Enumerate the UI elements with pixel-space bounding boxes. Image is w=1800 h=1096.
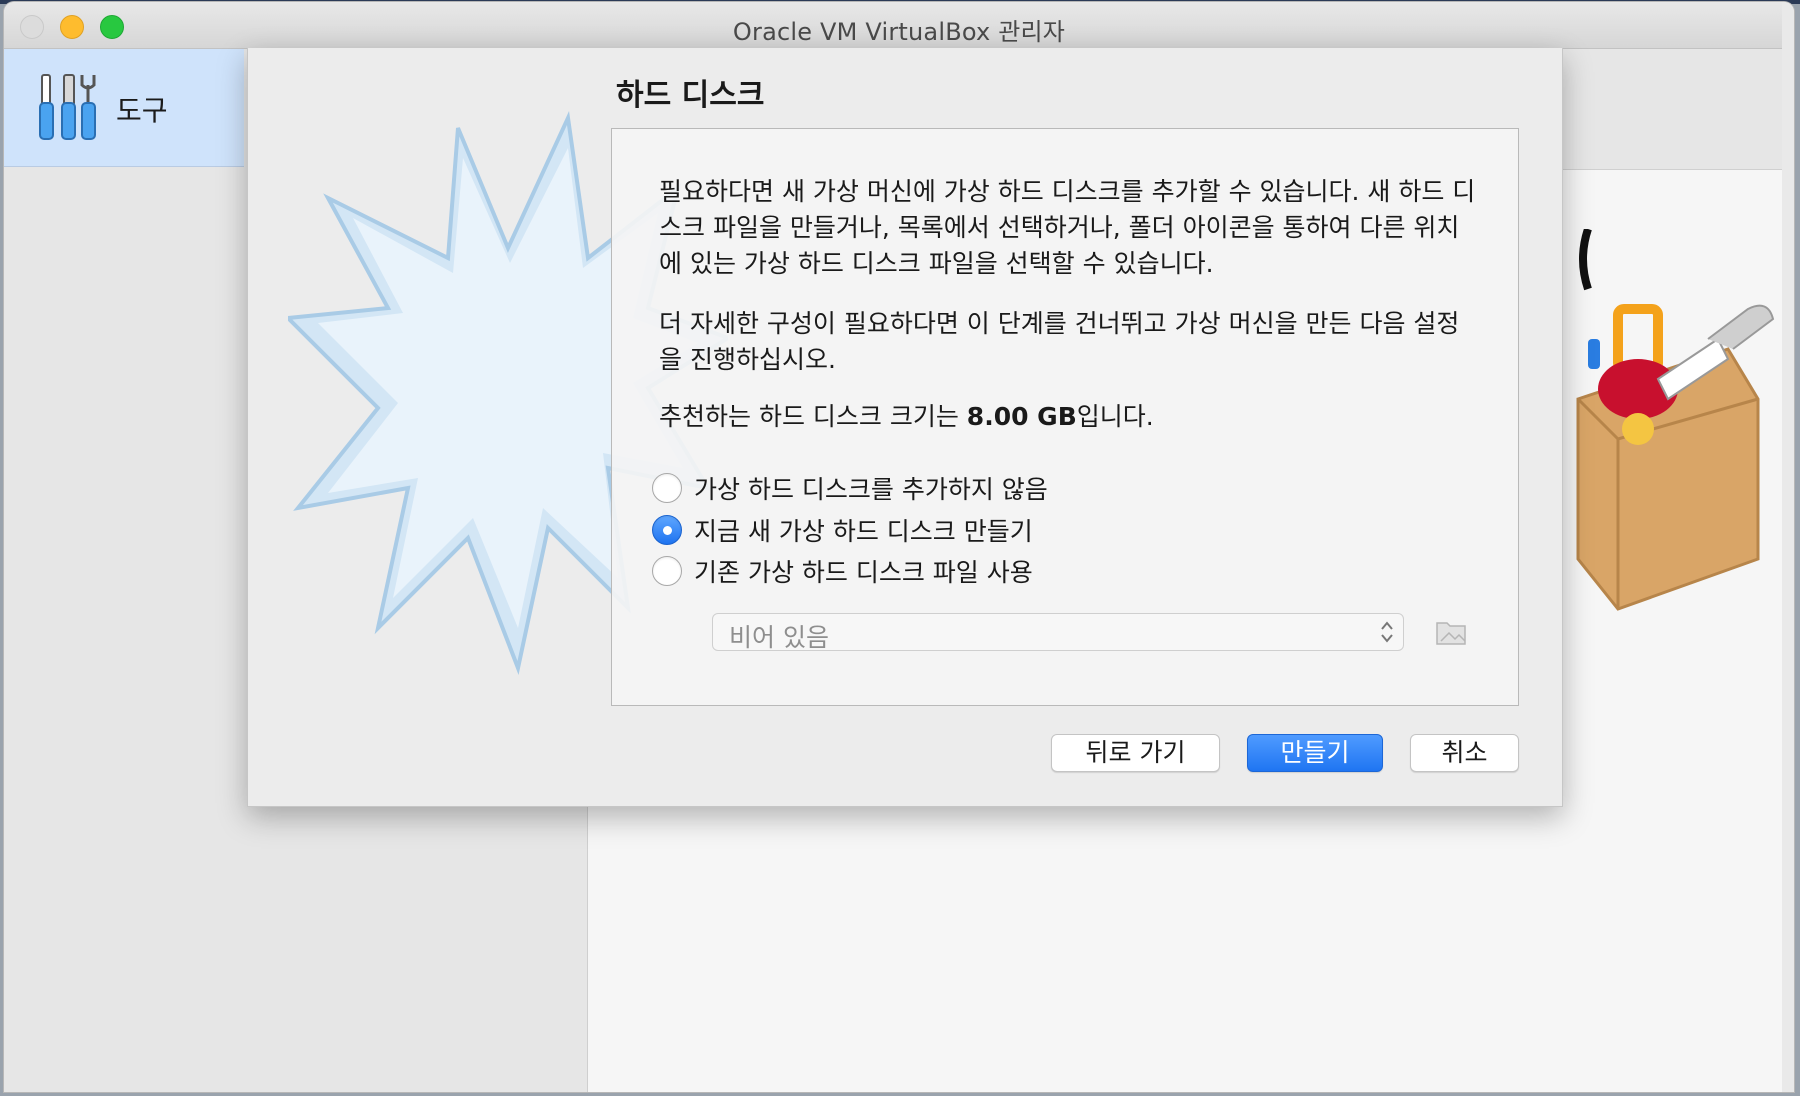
option-create-new-disk[interactable]: 지금 새 가상 하드 디스크 만들기 [652, 513, 1033, 547]
tools-icon [39, 74, 96, 140]
toolbox-illustration-icon [1576, 229, 1775, 611]
hard-disk-panel: 필요하다면 새 가상 머신에 가상 하드 디스크를 추가할 수 있습니다. 새 … [611, 128, 1519, 706]
recommended-size-text: 추천하는 하드 디스크 크기는 8.00 GB입니다. [659, 399, 1479, 435]
sidebar-item-label: 도구 [116, 94, 168, 127]
option-label: 기존 가상 하드 디스크 파일 사용 [694, 558, 1033, 587]
option-no-disk[interactable]: 가상 하드 디스크를 추가하지 않음 [652, 471, 1048, 505]
option-label: 지금 새 가상 하드 디스크 만들기 [694, 517, 1033, 546]
option-use-existing-disk[interactable]: 기존 가상 하드 디스크 파일 사용 [652, 554, 1033, 588]
window-title: Oracle VM VirtualBox 관리자 [732, 18, 1066, 46]
advice-paragraph: 더 자세한 구성이 필요하다면 이 단계를 건너뛰고 가상 머신을 만든 다음 … [659, 309, 1460, 374]
create-button[interactable]: 만들기 [1247, 734, 1383, 772]
folder-icon[interactable] [1435, 615, 1467, 647]
dialog-title: 하드 디스크 [616, 78, 765, 113]
create-vm-dialog-sheet: 하드 디스크 필요하다면 새 가상 머신에 가상 하드 디스크를 추가할 수 있… [247, 48, 1563, 807]
recommended-size-value: 8.00 GB [966, 402, 1077, 431]
title-bar[interactable]: Oracle VM VirtualBox 관리자 [4, 2, 1794, 49]
radio-button-selected[interactable] [652, 515, 682, 545]
back-button[interactable]: 뒤로 가기 [1051, 734, 1220, 772]
chevron-up-down-icon [1381, 621, 1393, 643]
cancel-button[interactable]: 취소 [1410, 734, 1519, 772]
sidebar-item-tools[interactable]: 도구 [4, 49, 244, 167]
description-paragraph: 필요하다면 새 가상 머신에 가상 하드 디스크를 추가할 수 있습니다. 새 … [659, 177, 1476, 278]
select-value: 비어 있음 [729, 623, 829, 652]
radio-button[interactable] [652, 556, 682, 586]
virtualbox-manager-window: Oracle VM VirtualBox 관리자 도구 하드 디스크 필요하다면… [4, 2, 1794, 1092]
option-label: 가상 하드 디스크를 추가하지 않음 [694, 475, 1048, 504]
window-edge [1782, 2, 1794, 1092]
recommend-prefix: 추천하는 하드 디스크 크기는 [659, 402, 967, 431]
radio-button[interactable] [652, 473, 682, 503]
existing-disk-select[interactable]: 비어 있음 [712, 613, 1404, 652]
recommend-suffix: 입니다. [1076, 402, 1154, 431]
